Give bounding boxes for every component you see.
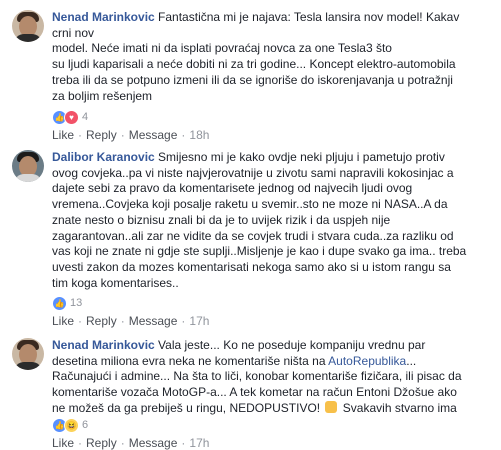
reactions[interactable]: 👍 😆 6	[52, 417, 89, 433]
comment-text: Smijesno mi je kako ovdje neki pljuju i …	[52, 150, 467, 290]
comment-author[interactable]: Nenad Marinkovic	[52, 10, 155, 24]
reaction-count: 4	[82, 111, 89, 123]
haha-reaction-icon: 😆	[64, 417, 79, 433]
comment-author[interactable]: Dalibor Karanovic	[52, 150, 155, 164]
reply-link[interactable]: Reply	[86, 436, 117, 450]
comment-body: Dalibor Karanovic Smijesno mi je kako ov…	[52, 150, 497, 291]
comment-body: Nenad Marinkovic Fantastična mi je najav…	[52, 10, 497, 104]
comment-body: Nenad Marinkovic Vala jeste... Ko ne pos…	[52, 338, 497, 417]
message-link[interactable]: Message	[129, 128, 178, 142]
avatar[interactable]	[12, 150, 44, 182]
timestamp[interactable]: 18h	[189, 128, 209, 142]
reactions[interactable]: 👍 ♥ 4	[52, 109, 89, 125]
reply-link[interactable]: Reply	[86, 128, 117, 142]
like-link[interactable]: Like	[52, 436, 74, 450]
comment-actions: Like · Reply · Message · 17h	[52, 314, 210, 328]
comment-thread: Nenad Marinkovic Fantastična mi je najav…	[0, 0, 501, 450]
message-link[interactable]: Message	[129, 314, 178, 328]
reaction-count: 6	[82, 419, 89, 431]
like-link[interactable]: Like	[52, 314, 74, 328]
message-link[interactable]: Message	[129, 436, 178, 450]
facepalm-emoji-icon	[325, 400, 338, 413]
timestamp[interactable]: 17h	[189, 436, 209, 450]
avatar[interactable]	[12, 10, 44, 42]
like-link[interactable]: Like	[52, 128, 74, 142]
page-link[interactable]: AutoRepublika	[328, 354, 406, 368]
comment-author[interactable]: Nenad Marinkovic	[52, 338, 155, 352]
like-reaction-icon: 👍	[52, 295, 67, 311]
reply-link[interactable]: Reply	[86, 314, 117, 328]
comment-text: Svakavih stvarno ima	[339, 400, 457, 415]
comment-actions: Like · Reply · Message · 18h	[52, 128, 210, 142]
reaction-count: 13	[70, 297, 83, 309]
comment-actions: Like · Reply · Message · 17h	[52, 436, 210, 450]
love-reaction-icon: ♥	[64, 109, 79, 125]
reactions[interactable]: 👍 13	[52, 295, 83, 311]
timestamp[interactable]: 17h	[189, 314, 209, 328]
avatar[interactable]	[12, 338, 44, 370]
